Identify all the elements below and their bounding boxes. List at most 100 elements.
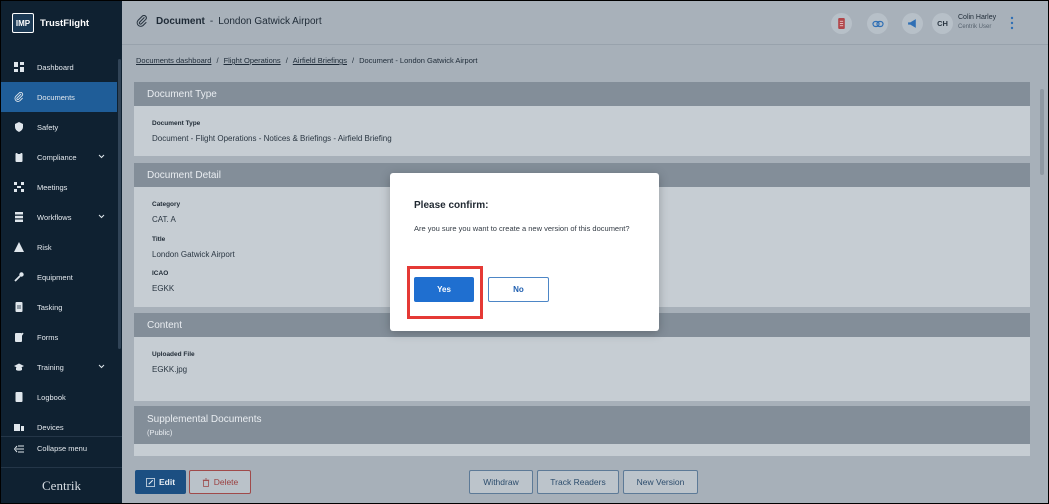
title-label: Title	[152, 236, 166, 243]
user-name: Colin Harley	[958, 14, 997, 21]
pdf-export-button[interactable]	[831, 13, 852, 34]
sidebar-item-safety[interactable]: Safety	[1, 112, 117, 142]
uploaded-file-link[interactable]: EGKK.jpg	[152, 365, 187, 374]
book-icon	[14, 392, 24, 402]
title-value: London Gatwick Airport	[152, 250, 235, 259]
megaphone-icon	[908, 19, 916, 28]
dashboard-icon	[14, 62, 24, 72]
breadcrumb-separator: /	[285, 56, 288, 65]
sidebar-item-training[interactable]: Training	[1, 352, 117, 382]
content-scrollbar[interactable]	[1040, 89, 1044, 175]
breadcrumb-link-documents-dashboard[interactable]: Documents dashboard	[136, 56, 211, 65]
category-value: CAT. A	[152, 215, 176, 224]
edit-button[interactable]: Edit	[135, 470, 186, 494]
chevron-down-icon	[98, 214, 105, 219]
sidebar: IMP TrustFlight Dashboard Documents Safe…	[1, 1, 122, 503]
announcements-button[interactable]	[902, 13, 923, 34]
delete-button[interactable]: Delete	[189, 470, 251, 494]
sidebar-item-label: Tasking	[37, 302, 63, 312]
document-type-value: Document - Flight Operations - Notices &…	[152, 134, 392, 143]
paperclip-icon	[136, 15, 147, 27]
sidebar-item-logbook[interactable]: Logbook	[1, 382, 117, 412]
section-header: Supplemental Documents (Public)	[134, 406, 1030, 444]
sidebar-item-label: Risk	[37, 242, 52, 252]
warning-icon	[14, 242, 24, 252]
sidebar-item-label: Forms	[37, 332, 59, 342]
trash-icon	[202, 478, 209, 487]
brand-logo: IMP	[12, 13, 34, 33]
sidebar-item-meetings[interactable]: Meetings	[1, 172, 117, 202]
brand-name: TrustFlight	[40, 17, 90, 29]
avatar[interactable]: CH	[932, 13, 953, 34]
delete-label: Delete	[213, 477, 239, 487]
dialog-message: Are you sure you want to create a new ve…	[414, 224, 630, 233]
sidebar-item-tasking[interactable]: Tasking	[1, 292, 117, 322]
section-body	[134, 444, 1030, 456]
task-icon	[14, 302, 24, 312]
link-icon	[871, 20, 884, 27]
uploaded-file-label: Uploaded File	[152, 351, 195, 358]
sidebar-item-label: Logbook	[37, 392, 66, 402]
sidebar-item-label: Equipment	[37, 272, 73, 282]
section-title: Supplemental Documents	[147, 413, 262, 425]
document-type-section: Document Type Document Type Document - F…	[134, 82, 1030, 156]
wrench-icon	[14, 272, 24, 282]
sidebar-item-label: Meetings	[37, 182, 68, 192]
user-role: Centrik User	[958, 24, 992, 30]
section-subtitle: (Public)	[147, 427, 173, 437]
breadcrumb-separator: /	[216, 56, 219, 65]
breadcrumb-current: Document - London Gatwick Airport	[359, 56, 478, 65]
page-header: Document - London Gatwick Airport CH Col…	[122, 1, 1048, 45]
sidebar-item-label: Compliance	[37, 152, 77, 162]
section-body: Uploaded File EGKK.jpg	[134, 337, 1030, 401]
breadcrumb-separator: /	[351, 56, 355, 65]
centrik-logo: Centrik	[1, 467, 122, 503]
graduation-cap-icon	[14, 362, 24, 372]
track-readers-button[interactable]: Track Readers	[537, 470, 619, 494]
sidebar-item-label: Workflows	[37, 212, 72, 222]
sidebar-item-label: Safety	[37, 122, 59, 132]
icao-value: EGKK	[152, 284, 175, 293]
section-body: Document Type Document - Flight Operatio…	[134, 106, 1030, 156]
sidebar-item-label: Devices	[37, 422, 64, 432]
page-title-separator: -	[209, 15, 214, 27]
breadcrumb-link-flight-operations[interactable]: Flight Operations	[224, 56, 281, 65]
more-options-icon[interactable]	[1010, 16, 1014, 30]
no-button[interactable]: No	[488, 277, 549, 302]
breadcrumb: Documents dashboard / Flight Operations …	[136, 56, 477, 65]
workflow-icon	[14, 212, 24, 222]
pdf-icon	[838, 18, 845, 29]
forms-icon	[14, 332, 24, 342]
brand[interactable]: IMP TrustFlight	[1, 1, 122, 45]
collapse-menu-label: Collapse menu	[37, 444, 88, 453]
clipboard-icon	[14, 152, 24, 162]
app-window: IMP TrustFlight Dashboard Documents Safe…	[1, 1, 1048, 503]
collapse-menu-button[interactable]: Collapse menu	[1, 436, 122, 460]
page-title: Document - London Gatwick Airport	[136, 15, 322, 27]
icao-label: ICAO	[152, 270, 169, 277]
sidebar-scrollbar[interactable]	[118, 59, 121, 349]
sidebar-item-forms[interactable]: Forms	[1, 322, 117, 352]
new-version-button[interactable]: New Version	[623, 470, 698, 494]
breadcrumb-link-airfield-briefings[interactable]: Airfield Briefings	[293, 56, 347, 65]
page-title-name: London Gatwick Airport	[218, 15, 322, 27]
sidebar-item-label: Training	[37, 362, 64, 372]
yes-button-highlight	[407, 266, 483, 319]
sidebar-item-label: Documents	[37, 92, 75, 102]
sidebar-item-label: Dashboard	[37, 62, 74, 72]
sidebar-item-documents[interactable]: Documents	[1, 82, 117, 112]
page-title-type: Document	[156, 15, 205, 27]
sidebar-nav: Dashboard Documents Safety Compliance Me…	[1, 52, 117, 442]
category-label: Category	[152, 201, 181, 208]
dialog-title: Please confirm:	[414, 200, 489, 211]
shield-icon	[14, 122, 24, 132]
section-title: Document Type	[134, 82, 1030, 106]
sidebar-item-risk[interactable]: Risk	[1, 232, 117, 262]
sidebar-item-compliance[interactable]: Compliance	[1, 142, 117, 172]
sidebar-item-workflows[interactable]: Workflows	[1, 202, 117, 232]
sidebar-item-dashboard[interactable]: Dashboard	[1, 52, 117, 82]
sidebar-item-equipment[interactable]: Equipment	[1, 262, 117, 292]
edit-label: Edit	[158, 477, 176, 487]
copy-link-button[interactable]	[867, 13, 888, 34]
withdraw-button[interactable]: Withdraw	[469, 470, 533, 494]
